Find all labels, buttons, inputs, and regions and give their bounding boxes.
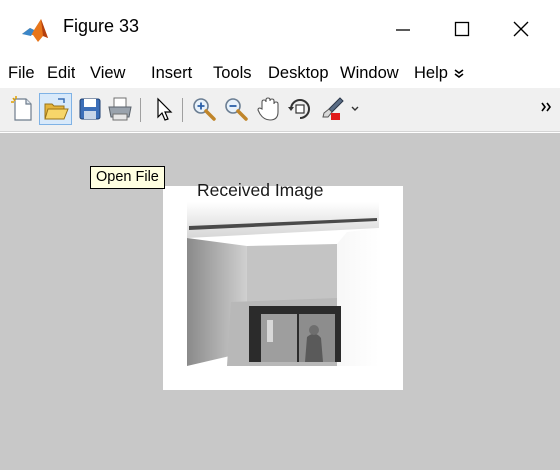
select-arrow-icon[interactable] [150, 95, 178, 123]
rotate-3d-icon[interactable] [286, 95, 314, 123]
double-chevron-icon[interactable] [540, 101, 554, 113]
toolbar-separator [140, 98, 141, 122]
toolbar-separator [182, 98, 183, 122]
open-file-tooltip: Open File [90, 166, 165, 189]
menu-file[interactable]: File [8, 64, 35, 83]
dropdown-arrow-icon[interactable] [350, 105, 360, 113]
minimize-button[interactable] [380, 10, 426, 48]
axes-title: Received Image [197, 180, 324, 200]
pan-hand-icon[interactable] [254, 95, 282, 123]
new-figure-icon[interactable] [8, 95, 36, 123]
menu-insert[interactable]: Insert [151, 64, 205, 83]
grayscale-photo-image [187, 202, 379, 366]
double-chevron-icon[interactable] [453, 68, 467, 80]
open-file-button[interactable] [39, 93, 72, 125]
menu-bar: File Edit View Insert Tools Desktop Wind… [0, 56, 560, 88]
title-bar[interactable]: Figure 33 [0, 0, 560, 56]
close-button[interactable] [498, 10, 544, 48]
print-icon[interactable] [106, 95, 134, 123]
menu-help[interactable]: Help [414, 64, 451, 83]
figure-canvas: Received Image [0, 133, 560, 470]
save-icon[interactable] [76, 95, 104, 123]
maximize-icon [454, 21, 470, 37]
toolbar [0, 88, 560, 132]
matlab-icon [22, 19, 48, 42]
menu-tools[interactable]: Tools [213, 64, 259, 83]
window-title: Figure 33 [63, 16, 140, 36]
menu-desktop[interactable]: Desktop [268, 64, 331, 83]
minimize-icon [396, 29, 410, 31]
menu-window[interactable]: Window [340, 64, 406, 83]
maximize-button[interactable] [439, 10, 485, 48]
open-file-icon [44, 98, 69, 120]
axes[interactable] [163, 186, 403, 390]
menu-edit[interactable]: Edit [47, 64, 75, 83]
close-icon [513, 21, 529, 37]
menu-view[interactable]: View [90, 64, 142, 83]
zoom-out-icon[interactable] [222, 95, 250, 123]
zoom-in-icon[interactable] [190, 95, 218, 123]
brush-icon[interactable] [318, 95, 346, 123]
